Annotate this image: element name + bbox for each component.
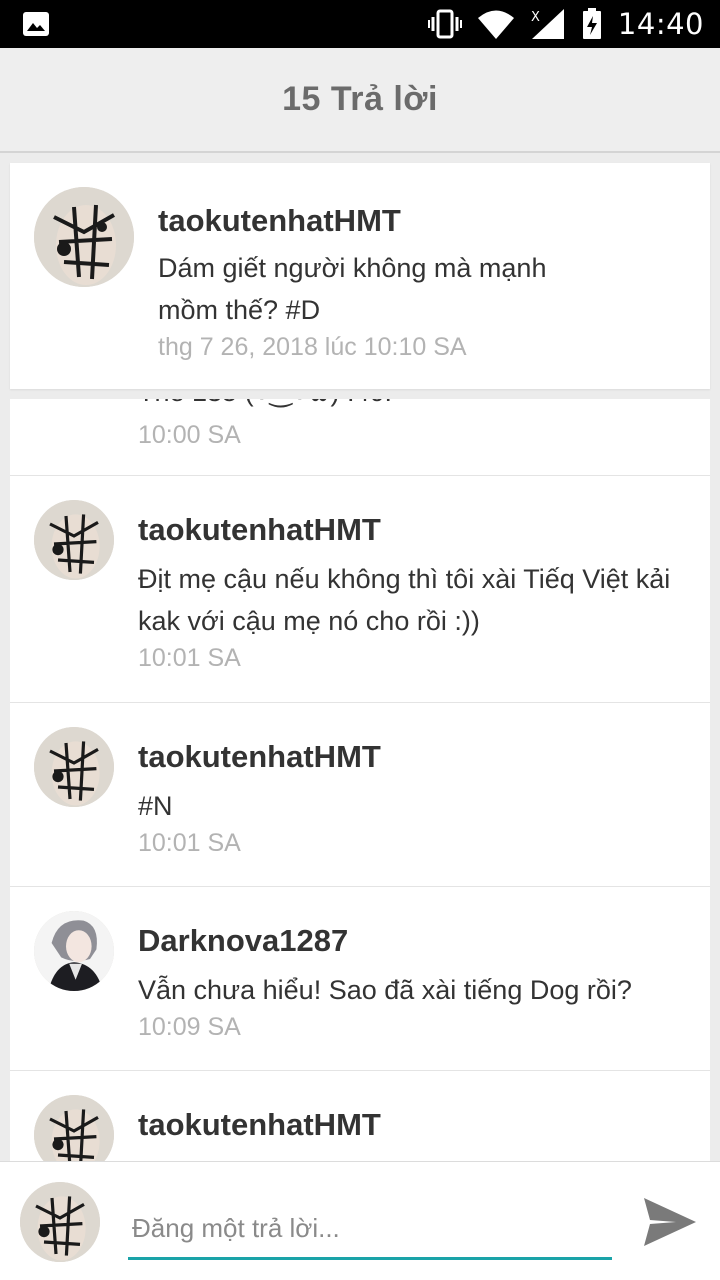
reply-username[interactable]: taokutenhatHMT [138, 512, 381, 548]
reply-message: Vẫn chưa hiểu! Sao đã xài tiếng Dog rồi? [138, 975, 632, 1005]
wifi-icon [477, 9, 514, 39]
avatar [20, 1182, 100, 1262]
list-item: The 135 (◕‿◕✿) :40! 10:00 SA [10, 399, 710, 476]
reply-username[interactable]: taokutenhatHMT [138, 1107, 381, 1143]
reply-message: Địt mẹ cậu nếu không thì tôi xài Tiếq Vi… [138, 564, 671, 636]
svg-text:X: X [531, 10, 540, 25]
app-header: 15 Trả lời [0, 48, 720, 153]
parent-timestamp: thg 7 26, 2018 lúc 10:10 SA [158, 333, 467, 361]
reply-input[interactable] [128, 1200, 612, 1260]
vibrate-icon [427, 9, 462, 39]
avatar[interactable] [34, 911, 114, 991]
avatar[interactable] [34, 1095, 114, 1161]
reply-time: 10:01 SA [138, 644, 241, 672]
replies-list[interactable]: The 135 (◕‿◕✿) :40! 10:00 SA taokutenhat… [10, 399, 710, 1161]
reply-message: #N [138, 791, 173, 821]
reply-username[interactable]: taokutenhatHMT [138, 739, 381, 775]
send-icon [644, 1198, 696, 1246]
list-item: Darknova1287 Vẫn chưa hiểu! Sao đã xài t… [10, 887, 710, 1071]
battery-icon [582, 8, 602, 40]
list-item: taokutenhatHMT Địt mẹ cậu nếu không thì … [10, 476, 710, 703]
replies-content[interactable]: taokutenhatHMT Dám giết người không mà m… [0, 153, 720, 1161]
parent-comment-card: taokutenhatHMT Dám giết người không mà m… [10, 163, 710, 389]
status-bar: X 14:40 [0, 0, 720, 48]
reply-composer [0, 1161, 720, 1280]
send-button[interactable] [640, 1192, 700, 1252]
image-icon [22, 11, 50, 37]
avatar[interactable] [34, 187, 134, 287]
status-time: 14:40 [617, 7, 704, 41]
reply-time: 10:01 SA [138, 829, 241, 857]
avatar[interactable] [34, 727, 114, 807]
reply-time: 10:00 SA [138, 421, 241, 449]
reply-username[interactable]: Darknova1287 [138, 923, 348, 959]
reply-time: 10:09 SA [138, 1013, 241, 1041]
reply-message: The 135 (◕‿◕✿) :40! [138, 399, 688, 413]
signal-icon: X [530, 8, 566, 40]
avatar[interactable] [34, 500, 114, 580]
list-item: taokutenhatHMT [10, 1071, 710, 1161]
list-item: taokutenhatHMT #N 10:01 SA [10, 703, 710, 887]
parent-username[interactable]: taokutenhatHMT [158, 203, 401, 239]
page-title: 15 Trả lời [282, 80, 438, 118]
parent-message: Dám giết người không mà mạnh mồm thế? #D [158, 253, 547, 325]
